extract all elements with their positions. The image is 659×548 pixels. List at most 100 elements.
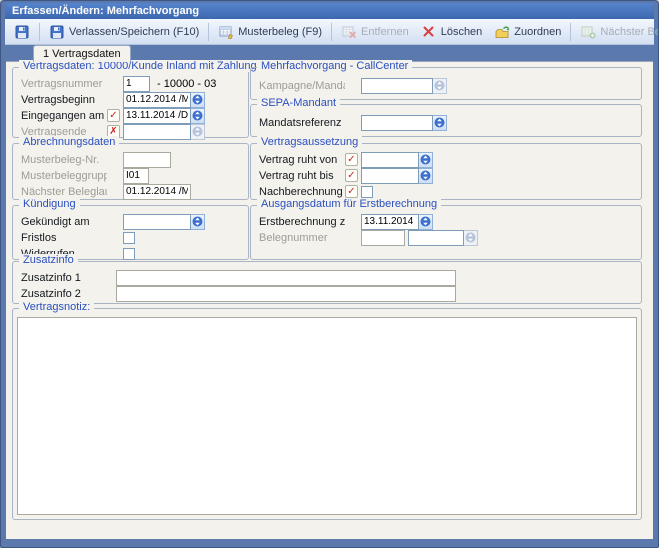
date-spinner-icon[interactable] bbox=[191, 92, 205, 108]
tab-label: 1 Vertragsdaten bbox=[43, 48, 121, 60]
group-sepa-mandant: SEPA-Mandant Mandatsreferenz bbox=[250, 104, 642, 137]
red-check-icon[interactable]: ✓ bbox=[345, 185, 358, 198]
leave-save-label: Verlassen/Speichern (F10) bbox=[69, 26, 199, 38]
belegnummer-input-2[interactable] bbox=[408, 230, 464, 246]
floppy-disk-icon bbox=[49, 25, 65, 39]
document-grid-icon bbox=[218, 25, 234, 39]
group-title: Abrechnungsdaten bbox=[19, 136, 119, 148]
vertragsnummer-row: Vertragsnummer - 10000 - 03 bbox=[21, 76, 248, 91]
lookup-spinner-icon[interactable] bbox=[464, 230, 478, 246]
kampagne-mandant-input[interactable] bbox=[361, 78, 433, 94]
group-mehrfachvorgang-callcenter: Mehrfachvorgang - CallCenter Kampagne/Ma… bbox=[250, 67, 642, 100]
loeschen-label: Löschen bbox=[441, 26, 483, 38]
vertragsnotiz-textarea[interactable] bbox=[17, 317, 637, 515]
group-title: Vertragsnotiz: bbox=[19, 301, 94, 313]
vertrag-ruht-von-input[interactable] bbox=[361, 152, 419, 168]
fristlos-label: Fristlos bbox=[21, 232, 107, 244]
entfernen-label: Entfernen bbox=[361, 26, 409, 38]
red-check-icon[interactable]: ✓ bbox=[345, 169, 358, 182]
group-vertragsnotiz: Vertragsnotiz: bbox=[12, 308, 642, 520]
ruht-bis-row: Vertrag ruht bis ✓ bbox=[259, 168, 641, 183]
erstberechnung-zum-row: Erstberechnung zum bbox=[259, 214, 641, 229]
zusatzinfo2-input[interactable] bbox=[116, 286, 456, 302]
gekuendigt-am-row: Gekündigt am bbox=[21, 214, 248, 229]
lookup-spinner-icon[interactable] bbox=[433, 78, 447, 94]
app-window: Erfassen/Ändern: Mehrfachvorgang Verlass… bbox=[0, 0, 659, 548]
musterbeleg-nr-row: Musterbeleg-Nr. bbox=[21, 152, 248, 167]
group-vertragsaussetzung: Vertragsaussetzung Vertrag ruht von ✓ Ve… bbox=[250, 143, 642, 200]
fristlos-row: Fristlos bbox=[21, 230, 248, 245]
naechster-beleglauf-input[interactable] bbox=[123, 184, 191, 200]
entfernen-button[interactable]: Entfernen bbox=[335, 22, 415, 42]
group-title: SEPA-Mandant bbox=[257, 97, 340, 109]
lookup-spinner-icon[interactable] bbox=[433, 115, 447, 131]
date-spinner-icon[interactable] bbox=[191, 108, 205, 124]
kampagne-mandant-label: Kampagne/Mandant bbox=[259, 80, 345, 92]
vertrag-ruht-bis-label: Vertrag ruht bis bbox=[259, 170, 345, 182]
gekuendigt-am-label: Gekündigt am bbox=[21, 216, 107, 228]
musterbeleg-label: Musterbeleg (F9) bbox=[238, 26, 322, 38]
erstberechnung-zum-input[interactable] bbox=[361, 214, 419, 230]
musterbeleggruppe-input[interactable] bbox=[123, 168, 149, 184]
widerrufen-checkbox[interactable] bbox=[123, 248, 135, 260]
vertragsbeginn-label: Vertragsbeginn bbox=[21, 94, 107, 106]
vertragsbeginn-row: Vertragsbeginn bbox=[21, 92, 248, 107]
floppy-disk-icon bbox=[14, 25, 30, 39]
gekuendigt-am-input[interactable] bbox=[123, 214, 191, 230]
musterbeleg-nr-label: Musterbeleg-Nr. bbox=[21, 154, 107, 166]
remove-grid-icon bbox=[341, 25, 357, 39]
naechster-beleglauf-row: Nächster Beleglauf bbox=[21, 184, 248, 199]
group-kuendigung: Kündigung Gekündigt am Fristlos Widerruf… bbox=[12, 205, 249, 260]
vertragsnummer-label: Vertragsnummer bbox=[21, 78, 107, 90]
toolbar-separator bbox=[39, 23, 40, 41]
naechster-beleglauf-button[interactable]: Nächster Beleglauf bbox=[574, 22, 659, 42]
eingegangen-row: Eingegangen am ✓ bbox=[21, 108, 248, 123]
ruht-von-row: Vertrag ruht von ✓ bbox=[259, 152, 641, 167]
red-check-icon[interactable]: ✓ bbox=[345, 153, 358, 166]
group-title: Zusatzinfo bbox=[19, 254, 78, 266]
eingegangen-am-label: Eingegangen am bbox=[21, 110, 107, 122]
date-spinner-icon[interactable] bbox=[191, 124, 205, 140]
nachberechnung-row: Nachberechnung ✓ bbox=[259, 184, 641, 199]
eingegangen-am-input[interactable] bbox=[123, 108, 191, 124]
toolbar-separator bbox=[208, 23, 209, 41]
vertrag-ruht-von-label: Vertrag ruht von bbox=[259, 154, 345, 166]
date-spinner-icon[interactable] bbox=[419, 168, 433, 184]
vertrag-ruht-bis-input[interactable] bbox=[361, 168, 419, 184]
zusatzinfo1-row: Zusatzinfo 1 bbox=[21, 270, 641, 285]
nachberechnung-label: Nachberechnung bbox=[259, 186, 345, 198]
musterbeleggruppe-row: Musterbeleggruppe bbox=[21, 168, 248, 183]
date-spinner-icon[interactable] bbox=[419, 152, 433, 168]
vertragsende-input[interactable] bbox=[123, 124, 191, 140]
vertragsnummer-suffix: - 10000 - 03 bbox=[157, 78, 216, 90]
loeschen-button[interactable]: Löschen bbox=[415, 22, 489, 42]
group-title: Vertragsaussetzung bbox=[257, 136, 362, 148]
belegnummer-row: Belegnummer bbox=[259, 230, 641, 245]
date-spinner-icon[interactable] bbox=[191, 214, 205, 230]
fristlos-checkbox[interactable] bbox=[123, 232, 135, 244]
group-title: Kündigung bbox=[19, 198, 80, 210]
musterbeleg-nr-input[interactable] bbox=[123, 152, 171, 168]
musterbeleggruppe-label: Musterbeleggruppe bbox=[21, 170, 107, 182]
toolbar-separator bbox=[570, 23, 571, 41]
belegnummer-input-1[interactable] bbox=[361, 230, 405, 246]
date-spinner-icon[interactable] bbox=[419, 214, 433, 230]
toolbar-separator bbox=[331, 23, 332, 41]
assign-folder-icon bbox=[494, 25, 510, 39]
save-button[interactable] bbox=[8, 22, 36, 42]
nachberechnung-checkbox[interactable] bbox=[361, 186, 373, 198]
vertragsbeginn-input[interactable] bbox=[123, 92, 191, 108]
tab-vertragsdaten[interactable]: 1 Vertragsdaten bbox=[33, 45, 131, 62]
red-x-icon bbox=[421, 25, 437, 39]
mandatsreferenz-input[interactable] bbox=[361, 115, 433, 131]
next-grid-icon bbox=[580, 25, 596, 39]
zuordnen-button[interactable]: Zuordnen bbox=[488, 22, 567, 42]
group-title: Mehrfachvorgang - CallCenter bbox=[257, 60, 412, 72]
musterbeleg-button[interactable]: Musterbeleg (F9) bbox=[212, 22, 328, 42]
leave-save-button[interactable]: Verlassen/Speichern (F10) bbox=[43, 22, 205, 42]
group-ausgangsdatum-erstberechnung: Ausgangsdatum für Erstberechnung Erstber… bbox=[250, 205, 642, 260]
zusatzinfo1-label: Zusatzinfo 1 bbox=[21, 272, 116, 284]
zusatzinfo1-input[interactable] bbox=[116, 270, 456, 286]
vertragsnummer-input[interactable] bbox=[123, 76, 150, 92]
red-check-icon[interactable]: ✓ bbox=[107, 109, 120, 122]
